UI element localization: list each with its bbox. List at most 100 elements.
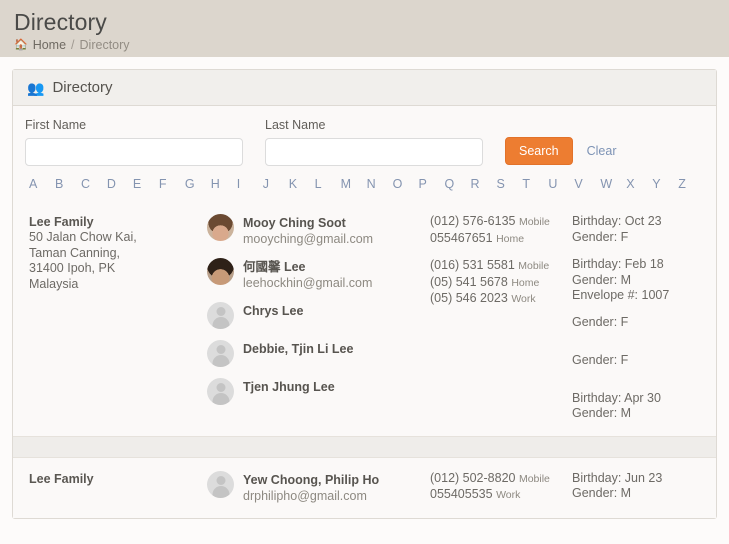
breadcrumb-link-home[interactable]: Home: [33, 37, 66, 53]
member-contact-block: [430, 357, 572, 384]
search-form: First Name Last Name Search Clear: [13, 106, 716, 166]
alphabet-link-n[interactable]: N: [367, 177, 393, 191]
phone-number: (016) 531 5581: [430, 258, 515, 272]
member-name[interactable]: Tjen Jhung Lee: [243, 379, 335, 395]
home-icon: 🏠: [14, 39, 28, 51]
panel-title: Directory: [52, 79, 113, 96]
last-name-label: Last Name: [265, 118, 326, 132]
member-contact-block: (012) 576-6135 Mobile 055467651 Home: [430, 214, 572, 247]
phone-type: Mobile: [518, 472, 550, 485]
member-name[interactable]: Yew Choong, Philip Ho: [243, 472, 379, 488]
family-address-line: Taman Canning,: [29, 245, 121, 260]
alphabet-link-u[interactable]: U: [548, 177, 574, 191]
phone-line: (012) 576-6135 Mobile: [430, 214, 572, 231]
alphabet-link-p[interactable]: P: [419, 177, 445, 191]
phone-number: (012) 576-6135: [430, 214, 516, 228]
detail-line: Birthday: Oct 23: [572, 214, 662, 228]
breadcrumb-separator: /: [71, 38, 75, 52]
alphabet-link-f[interactable]: F: [159, 177, 185, 191]
page-header: Directory 🏠 Home / Directory: [0, 0, 729, 57]
last-name-input[interactable]: [265, 138, 483, 166]
family-address-line: 50 Jalan Chow Kai,: [29, 230, 137, 244]
alphabet-link-b[interactable]: B: [55, 177, 81, 191]
directory-panel: 👥 Directory First Name Last Name Search …: [12, 69, 717, 519]
alphabet-link-t[interactable]: T: [522, 177, 548, 191]
member-text: Tjen Jhung Lee: [243, 378, 335, 395]
family-name[interactable]: Lee Family: [29, 214, 207, 230]
member-name[interactable]: Chrys Lee: [243, 303, 303, 319]
member-email[interactable]: drphilipho@gmail.com: [243, 488, 379, 504]
members-column: Yew Choong, Philip Ho drphilipho@gmail.co…: [207, 470, 430, 504]
alphabet-link-l[interactable]: L: [315, 177, 341, 191]
phone-type: Mobile: [518, 216, 550, 228]
member-contact-block: (016) 531 5581 Mobile (05) 541 5678 Home(…: [430, 258, 572, 308]
member-contact-block: [430, 395, 572, 422]
family-row: Lee Family 50 Jalan Chow Kai, Taman Cannin…: [13, 201, 716, 436]
member-text: Yew Choong, Philip Ho drphilipho@gmail.co…: [243, 471, 379, 504]
alphabet-link-v[interactable]: V: [574, 177, 600, 191]
alphabet-link-r[interactable]: R: [470, 177, 496, 191]
alphabet-link-g[interactable]: G: [185, 177, 211, 191]
phone-type: Mobile: [518, 260, 550, 272]
member-text: Chrys Lee: [243, 302, 303, 319]
phone-type: Home: [496, 232, 525, 245]
family-row: Lee Family Yew Choong, Philip Ho drphiliph…: [13, 457, 716, 518]
phone-number: 055405535: [430, 487, 493, 501]
detail-line: Gender: M: [572, 272, 632, 287]
alphabet-link-x[interactable]: X: [626, 177, 652, 191]
member-contact-block: (012) 502-8820 Mobile 055405535 Work: [430, 471, 572, 504]
member-name[interactable]: Debbie, Tjin Li Lee: [243, 341, 353, 357]
page-title: Directory: [14, 9, 107, 35]
first-name-label: First Name: [25, 118, 87, 132]
phone-line: 055405535 Work: [430, 487, 572, 504]
last-name-group: Last Name: [265, 118, 483, 166]
phone-type: Work: [496, 489, 521, 501]
member-email[interactable]: leehockhin@gmail.com: [243, 275, 372, 291]
member-entry: Mooy Ching Soot mooyching@gmail.com: [207, 214, 430, 247]
member-name[interactable]: 何國馨 Lee: [243, 259, 372, 275]
first-name-input[interactable]: [25, 138, 243, 166]
phone-line: (012) 502-8820 Mobile: [430, 471, 572, 488]
phone-number: 055467651: [430, 230, 493, 245]
detail-line: Birthday: Apr 30: [572, 390, 661, 405]
clear-link[interactable]: Clear: [587, 144, 617, 158]
detail-column: Birthday: Oct 23 Gender: F Birthday: Feb 1…: [572, 214, 704, 422]
member-detail-block: Birthday: Jun 23 Gender: M: [572, 471, 704, 503]
member-email[interactable]: mooyching@gmail.com: [243, 231, 373, 247]
alphabet-link-y[interactable]: Y: [652, 177, 678, 191]
breadcrumb: 🏠 Home / Directory: [14, 37, 715, 53]
member-contact-block: [430, 319, 572, 346]
alphabet-link-s[interactable]: S: [496, 177, 522, 191]
alphabet-link-m[interactable]: M: [341, 177, 367, 191]
contact-column: (012) 502-8820 Mobile 055405535 Work: [430, 471, 572, 504]
members-column: Mooy Ching Soot mooyching@gmail.com 何國馨 Le…: [207, 214, 430, 422]
alphabet-link-e[interactable]: E: [133, 177, 159, 191]
alphabet-link-a[interactable]: A: [29, 177, 55, 191]
alphabet-link-d[interactable]: D: [107, 177, 133, 191]
alphabet-link-w[interactable]: W: [600, 177, 626, 191]
search-button[interactable]: Search: [505, 137, 573, 165]
member-detail-block: Gender: F: [572, 353, 704, 380]
alphabet-link-c[interactable]: C: [81, 177, 107, 191]
contact-column: (012) 576-6135 Mobile 055467651 Home (016)…: [430, 214, 572, 422]
family-name[interactable]: Lee Family: [29, 471, 207, 487]
phone-line: 055467651 Home: [430, 231, 572, 248]
detail-line: Envelope #: 1007: [572, 288, 670, 302]
member-avatar-placeholder-icon: [207, 378, 234, 405]
family-name-column: Lee Family 50 Jalan Chow Kai, Taman Cannin…: [29, 214, 207, 422]
member-entry: 何國馨 Lee leehockhin@gmail.com: [207, 258, 430, 291]
alphabet-link-j[interactable]: J: [263, 177, 289, 191]
alphabet-link-q[interactable]: Q: [445, 177, 471, 191]
alphabet-link-i[interactable]: I: [237, 177, 263, 191]
detail-line: Birthday: Jun 23: [572, 470, 663, 485]
alphabet-link-k[interactable]: K: [289, 177, 315, 191]
alphabet-link-o[interactable]: O: [393, 177, 419, 191]
alphabet-link-z[interactable]: Z: [678, 177, 704, 191]
phone-line: (05) 541 5678 Home: [430, 275, 572, 292]
member-text: 何國馨 Lee leehockhin@gmail.com: [243, 258, 372, 291]
member-entry: Tjen Jhung Lee: [207, 378, 430, 405]
alphabet-link-h[interactable]: H: [211, 177, 237, 191]
member-name[interactable]: Mooy Ching Soot: [243, 215, 373, 231]
phone-line: (05) 546 2023 Work: [430, 291, 572, 308]
member-avatar-placeholder-icon: [207, 470, 234, 498]
